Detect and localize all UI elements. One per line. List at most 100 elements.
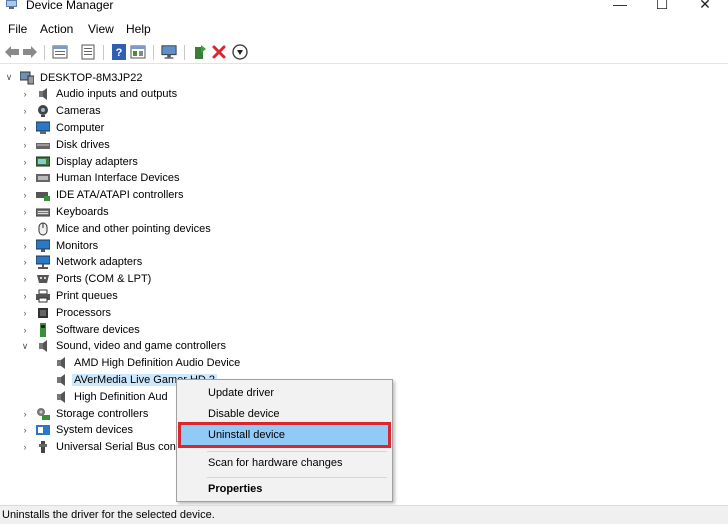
tree-item-label: High Definition Aud bbox=[74, 390, 168, 403]
desktop-root-icon bbox=[19, 71, 35, 85]
port-icon bbox=[36, 272, 50, 286]
tree-item-label: Ports (COM & LPT) bbox=[56, 273, 152, 286]
back-arrow-icon[interactable] bbox=[4, 44, 20, 60]
tree-category[interactable]: › Computer bbox=[20, 119, 106, 136]
status-text: Uninstalls the driver for the selected d… bbox=[2, 509, 215, 521]
speaker-icon bbox=[54, 356, 68, 370]
tree-category[interactable]: › Mice and other pointing devices bbox=[20, 220, 213, 237]
software-device-icon bbox=[36, 322, 50, 337]
computer-icon bbox=[35, 121, 51, 135]
tree-category[interactable]: › Print queues bbox=[20, 287, 120, 304]
tree-category[interactable]: › Storage controllers bbox=[20, 405, 150, 422]
chevron-right-icon[interactable]: › bbox=[20, 153, 30, 170]
tree-category[interactable]: › Audio inputs and outputs bbox=[20, 86, 179, 103]
scan-hardware-menu-item[interactable]: Scan for hardware changes bbox=[180, 452, 389, 474]
speaker-icon bbox=[36, 87, 50, 101]
forward-arrow-icon[interactable] bbox=[22, 44, 38, 60]
tree-category[interactable]: › Network adapters bbox=[20, 254, 144, 271]
chevron-right-icon[interactable]: › bbox=[20, 254, 30, 271]
disable-device-menu-item[interactable]: Disable device bbox=[180, 403, 389, 425]
chevron-right-icon[interactable]: › bbox=[20, 405, 30, 422]
chevron-right-icon[interactable]: › bbox=[20, 203, 30, 220]
chevron-right-icon[interactable]: › bbox=[20, 321, 30, 338]
close-button[interactable]: ✕ bbox=[690, 0, 720, 14]
chevron-right-icon[interactable]: › bbox=[20, 187, 30, 204]
tree-device[interactable]: High Definition Aud bbox=[38, 388, 170, 405]
usb-icon bbox=[36, 440, 50, 454]
tree-category[interactable]: › Processors bbox=[20, 304, 113, 321]
tree-category[interactable]: › Universal Serial Bus con bbox=[20, 439, 178, 456]
tree-root[interactable]: ∨ DESKTOP-8M3JP22 bbox=[4, 69, 145, 86]
list-view-icon[interactable] bbox=[80, 44, 96, 60]
disk-icon bbox=[36, 138, 50, 152]
uninstall-x-icon[interactable] bbox=[211, 44, 227, 60]
tree-category[interactable]: › Cameras bbox=[20, 103, 103, 120]
storage-icon bbox=[36, 407, 50, 421]
tree-category[interactable]: › Keyboards bbox=[20, 203, 111, 220]
menu-file[interactable]: File bbox=[8, 22, 27, 36]
chevron-right-icon[interactable]: › bbox=[20, 103, 30, 120]
svg-text:?: ? bbox=[116, 47, 123, 59]
details-view-icon[interactable] bbox=[130, 44, 146, 60]
tree-item-label: Disk drives bbox=[56, 138, 110, 151]
chevron-right-icon[interactable]: › bbox=[20, 170, 30, 187]
tree-category[interactable]: › Software devices bbox=[20, 321, 142, 338]
download-driver-icon[interactable] bbox=[232, 44, 248, 60]
tree-item-label: Universal Serial Bus con bbox=[56, 441, 176, 454]
tree-item-label: Human Interface Devices bbox=[56, 172, 180, 185]
chevron-right-icon[interactable]: › bbox=[20, 304, 30, 321]
tree-item-label: Audio inputs and outputs bbox=[56, 88, 178, 101]
speaker-icon bbox=[54, 390, 68, 404]
chevron-right-icon[interactable]: › bbox=[20, 422, 30, 439]
tree-item-label: IDE ATA/ATAPI controllers bbox=[56, 189, 184, 202]
title-bar: Device Manager — ☐ ✕ bbox=[0, 0, 728, 14]
tree-category[interactable]: › IDE ATA/ATAPI controllers bbox=[20, 187, 186, 204]
properties-menu-item[interactable]: Properties bbox=[180, 478, 389, 500]
tree-category[interactable]: › Monitors bbox=[20, 237, 100, 254]
monitor-scan-icon[interactable] bbox=[161, 44, 177, 60]
tree-category[interactable]: ∨ Sound, video and game controllers bbox=[20, 338, 228, 355]
tree-item-label: Computer bbox=[56, 121, 105, 134]
maximize-button[interactable]: ☐ bbox=[647, 0, 677, 14]
minimize-button[interactable]: — bbox=[605, 0, 635, 14]
chevron-right-icon[interactable]: › bbox=[20, 439, 30, 456]
camera-icon bbox=[36, 104, 50, 118]
toolbar: ? bbox=[0, 40, 728, 64]
monitor-icon bbox=[35, 239, 51, 253]
system-devices-icon bbox=[36, 423, 50, 437]
chevron-right-icon[interactable]: › bbox=[20, 86, 30, 103]
speaker-icon bbox=[36, 339, 50, 353]
chevron-right-icon[interactable]: › bbox=[20, 136, 30, 153]
chevron-right-icon[interactable]: › bbox=[20, 220, 30, 237]
tree-category[interactable]: › Display adapters bbox=[20, 153, 140, 170]
update-driver-icon[interactable] bbox=[192, 44, 208, 60]
chevron-right-icon[interactable]: › bbox=[20, 237, 30, 254]
chevron-right-icon[interactable]: › bbox=[20, 287, 30, 304]
tree-item-label: Keyboards bbox=[56, 205, 109, 218]
tree-item-label: Monitors bbox=[56, 239, 99, 252]
chevron-down-icon[interactable]: ∨ bbox=[4, 69, 14, 86]
menu-action[interactable]: Action bbox=[40, 22, 73, 36]
chevron-down-icon[interactable]: ∨ bbox=[20, 338, 30, 355]
tree-category[interactable]: › Ports (COM & LPT) bbox=[20, 271, 153, 288]
tree-category[interactable]: › System devices bbox=[20, 422, 135, 439]
chevron-right-icon[interactable]: › bbox=[20, 271, 30, 288]
menu-view[interactable]: View bbox=[88, 22, 114, 36]
chevron-right-icon[interactable]: › bbox=[20, 119, 30, 136]
network-icon bbox=[35, 255, 51, 270]
tree-item-label: Storage controllers bbox=[56, 407, 149, 420]
tree-category[interactable]: › Disk drives bbox=[20, 136, 112, 153]
mouse-icon bbox=[36, 222, 50, 236]
uninstall-device-menu-item[interactable]: Uninstall device bbox=[178, 422, 391, 448]
tree-item-label: Processors bbox=[56, 306, 112, 319]
tree-item-label: System devices bbox=[56, 424, 134, 437]
menu-help[interactable]: Help bbox=[126, 22, 151, 36]
update-driver-menu-item[interactable]: Update driver bbox=[180, 382, 389, 404]
help-icon[interactable]: ? bbox=[111, 44, 127, 60]
properties-view-icon[interactable] bbox=[52, 44, 68, 60]
tree-category[interactable]: › Human Interface Devices bbox=[20, 170, 182, 187]
tree-device[interactable]: AMD High Definition Audio Device bbox=[38, 355, 242, 372]
